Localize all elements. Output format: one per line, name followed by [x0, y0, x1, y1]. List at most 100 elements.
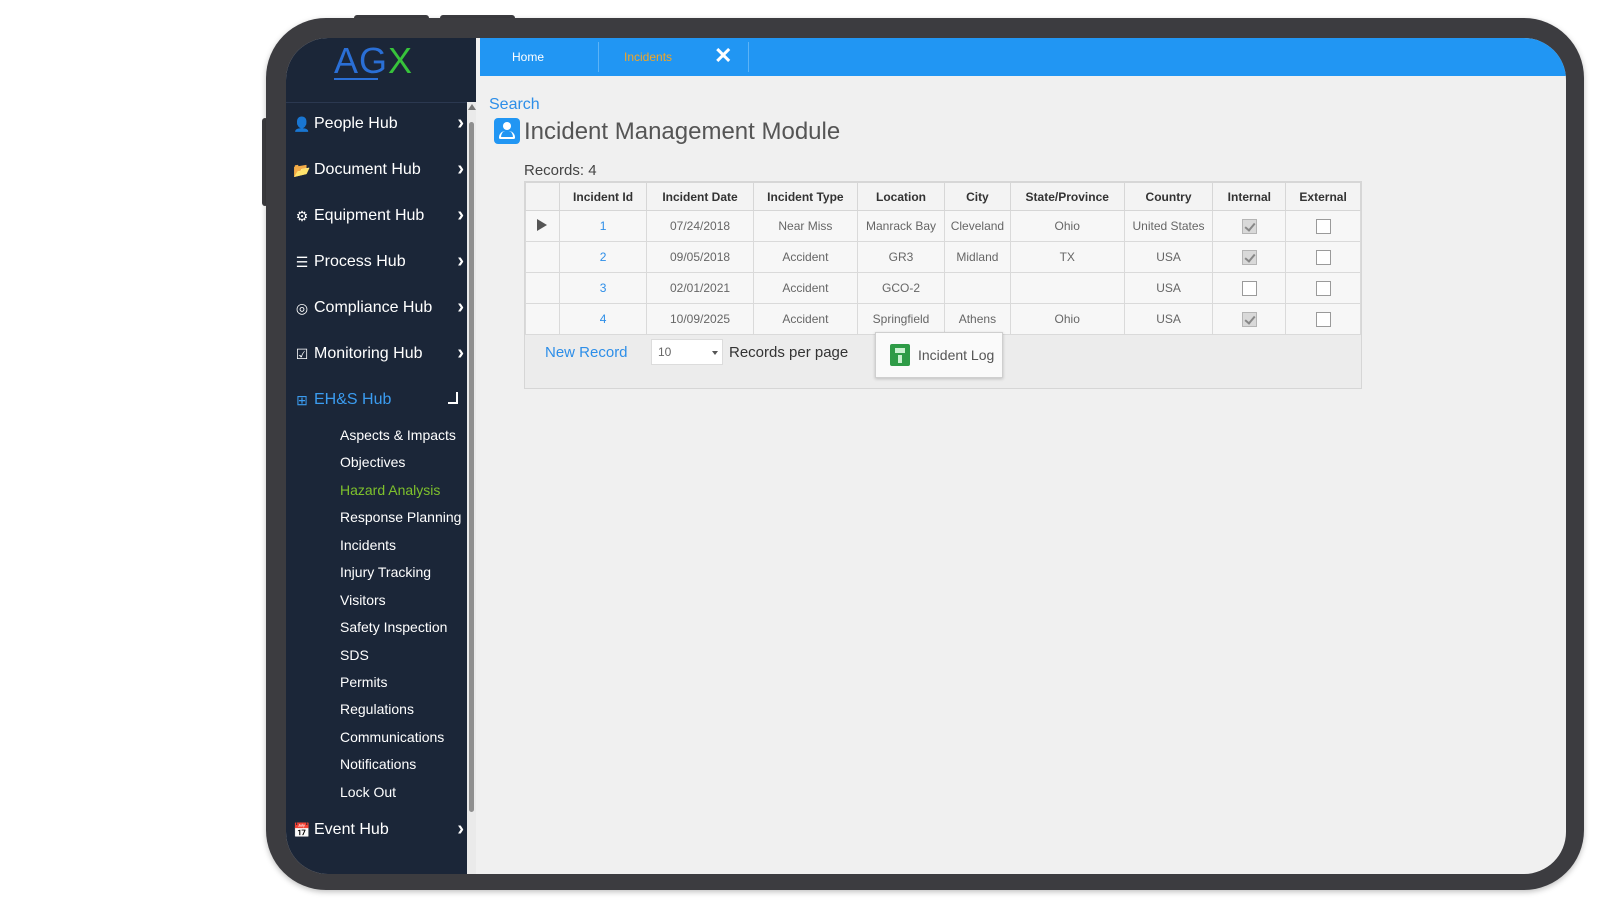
scroll-up-icon[interactable]: [468, 104, 476, 110]
ehs-subitem-incidents[interactable]: Incidents: [340, 537, 396, 553]
external-checkbox[interactable]: [1315, 311, 1331, 327]
cell-city: Cleveland: [943, 210, 1011, 242]
cell-external: [1285, 303, 1361, 335]
cell-location: GCO-2: [857, 272, 945, 304]
cell-internal: [1212, 303, 1287, 335]
incident-id-link[interactable]: 1: [558, 210, 648, 242]
tab-incidents[interactable]: Incidents: [624, 38, 672, 76]
ehs-subitem-regulations[interactable]: Regulations: [340, 701, 414, 717]
internal-checkbox[interactable]: [1241, 280, 1257, 296]
cell-country: USA: [1123, 303, 1214, 335]
sidebar-scroll-thumb[interactable]: [469, 122, 474, 812]
sidebar-item-ehs-hub[interactable]: ⊞ EH&S Hub: [286, 382, 476, 418]
ehs-subitem-aspects-impacts[interactable]: Aspects & Impacts: [340, 427, 456, 443]
sidebar-item-monitoring-hub[interactable]: ☑ Monitoring Hub ›: [286, 336, 476, 372]
top-tab-bar: Home Incidents ✕: [480, 38, 1566, 76]
internal-checkbox[interactable]: [1241, 311, 1257, 327]
table-row[interactable]: 1 07/24/2018 Near Miss Manrack Bay Cleve…: [525, 210, 1361, 242]
sidebar-item-label: Document Hub: [314, 161, 421, 178]
ehs-subitem-injury-tracking[interactable]: Injury Tracking: [340, 564, 431, 580]
records-per-page-value: 10: [658, 345, 672, 359]
column-header[interactable]: Country: [1123, 182, 1214, 211]
cell-internal: [1212, 272, 1287, 304]
incidents-table: Incident Id Incident Date Incident Type …: [525, 182, 1361, 335]
cell-location: GR3: [857, 241, 945, 273]
sidebar-item-people-hub[interactable]: 👤 People Hub ›: [286, 106, 476, 142]
checkbox-icon: ☑: [295, 345, 309, 362]
cell-state: Ohio: [1009, 303, 1125, 335]
close-tab-icon[interactable]: ✕: [714, 43, 732, 69]
sidebar-item-label: Monitoring Hub: [314, 345, 423, 362]
person-icon: 👤: [293, 115, 311, 132]
cell-state: Ohio: [1009, 210, 1125, 242]
dropdown-caret-icon: [712, 351, 718, 355]
column-header[interactable]: External: [1285, 182, 1361, 211]
spreadsheet-icon: [890, 344, 910, 366]
ehs-subitem-sds[interactable]: SDS: [340, 647, 369, 663]
app-screen: AGX 👤 People Hub › 📂 Document Hub › ⚙ Eq…: [286, 38, 1566, 874]
cell-type: Accident: [752, 303, 859, 335]
sidebar-item-event-hub[interactable]: 📅 Event Hub ›: [286, 812, 476, 848]
cell-date: 02/01/2021: [646, 272, 754, 304]
external-checkbox[interactable]: [1315, 280, 1331, 296]
external-checkbox[interactable]: [1315, 218, 1331, 234]
cell-country: USA: [1123, 272, 1214, 304]
row-selector[interactable]: [525, 210, 560, 242]
sidebar-item-compliance-hub[interactable]: ◎ Compliance Hub ›: [286, 290, 476, 326]
column-header[interactable]: City: [943, 182, 1011, 211]
cell-country: United States: [1123, 210, 1214, 242]
sidebar-item-label: Equipment Hub: [314, 207, 425, 224]
table-row[interactable]: 4 10/09/2025 Accident Springfield Athens…: [525, 303, 1361, 335]
cell-external: [1285, 241, 1361, 273]
ehs-subitem-safety-inspection[interactable]: Safety Inspection: [340, 619, 447, 635]
cell-internal: [1212, 210, 1287, 242]
sidebar-divider: [286, 102, 476, 103]
row-selector[interactable]: [525, 303, 560, 335]
external-checkbox[interactable]: [1315, 249, 1331, 265]
new-record-link[interactable]: New Record: [545, 344, 628, 361]
row-selector[interactable]: [525, 272, 560, 304]
cell-city: Athens: [943, 303, 1011, 335]
column-header[interactable]: Incident Type: [752, 182, 859, 211]
column-header[interactable]: Internal: [1212, 182, 1287, 211]
incident-id-link[interactable]: 4: [558, 303, 648, 335]
ehs-subitem-communications[interactable]: Communications: [340, 729, 444, 745]
ehs-subitem-hazard-analysis[interactable]: Hazard Analysis: [340, 482, 440, 498]
ehs-subitem-notifications[interactable]: Notifications: [340, 756, 416, 772]
tab-home[interactable]: Home: [512, 38, 544, 76]
column-header[interactable]: State/Province: [1009, 182, 1125, 211]
column-header[interactable]: Incident Id: [558, 182, 648, 211]
search-link[interactable]: Search: [489, 96, 540, 114]
cell-location: Springfield: [857, 303, 945, 335]
user-badge-icon: [494, 118, 520, 144]
ehs-subitem-permits[interactable]: Permits: [340, 674, 387, 690]
selector-column-header: [525, 182, 560, 211]
table-row[interactable]: 3 02/01/2021 Accident GCO-2 USA: [525, 272, 1361, 304]
ehs-subitem-lock-out[interactable]: Lock Out: [340, 784, 396, 800]
incident-log-button[interactable]: Incident Log: [875, 332, 1003, 378]
cell-city: [943, 272, 1011, 304]
table-header-row: Incident Id Incident Date Incident Type …: [525, 182, 1361, 211]
ehs-subitem-response-planning[interactable]: Response Planning: [340, 509, 461, 525]
internal-checkbox[interactable]: [1241, 218, 1257, 234]
sidebar-item-equipment-hub[interactable]: ⚙ Equipment Hub ›: [286, 198, 476, 234]
cell-type: Accident: [752, 272, 859, 304]
logo-x-text: X: [388, 40, 414, 81]
sidebar-item-label: Process Hub: [314, 253, 406, 270]
internal-checkbox[interactable]: [1241, 249, 1257, 265]
page-title: Incident Management Module: [524, 118, 841, 145]
row-selector[interactable]: [525, 241, 560, 273]
ehs-subitem-objectives[interactable]: Objectives: [340, 454, 405, 470]
table-row[interactable]: 2 09/05/2018 Accident GR3 Midland TX USA: [525, 241, 1361, 273]
sidebar-item-document-hub[interactable]: 📂 Document Hub ›: [286, 152, 476, 188]
incident-id-link[interactable]: 2: [558, 241, 648, 273]
ehs-subitem-visitors[interactable]: Visitors: [340, 592, 386, 608]
cell-state: [1009, 272, 1125, 304]
records-per-page-select[interactable]: 10: [651, 339, 723, 365]
cell-type: Near Miss: [752, 210, 859, 242]
column-header[interactable]: Incident Date: [646, 182, 754, 211]
incident-id-link[interactable]: 3: [558, 272, 648, 304]
logo-underline: [334, 78, 378, 80]
column-header[interactable]: Location: [857, 182, 945, 211]
sidebar-item-process-hub[interactable]: ☰ Process Hub ›: [286, 244, 476, 280]
